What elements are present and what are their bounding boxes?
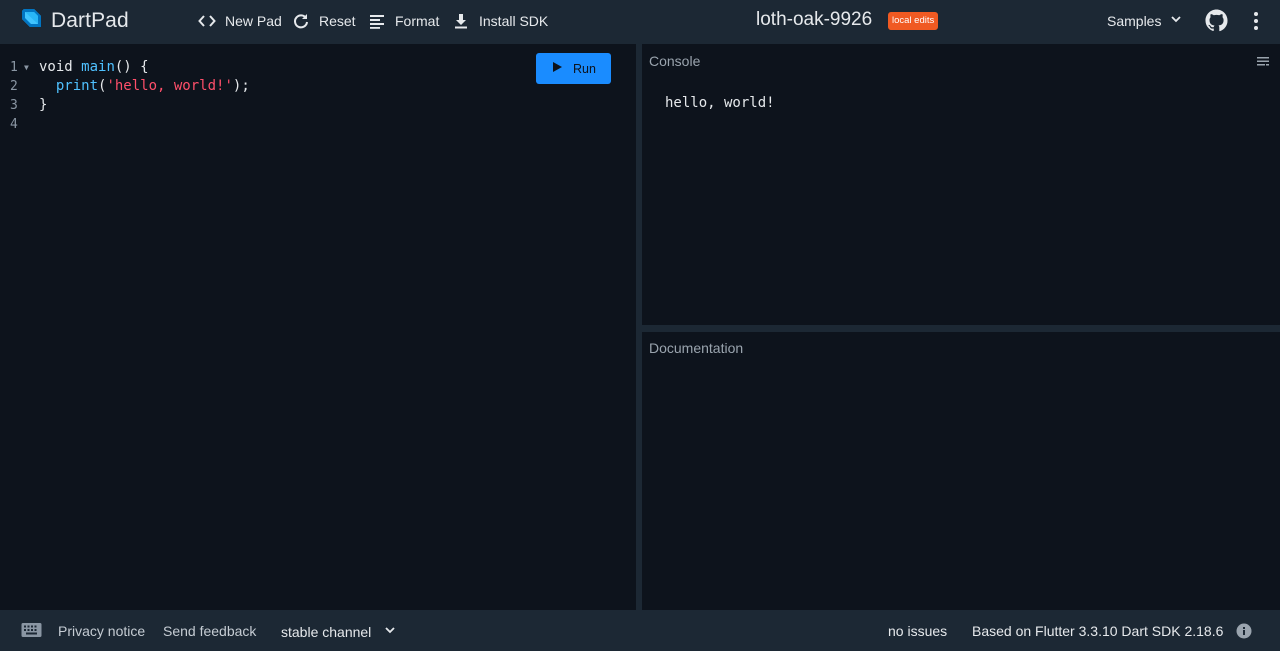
code-line[interactable]: }: [39, 96, 250, 115]
line-number-text: 3: [10, 98, 18, 113]
line-gutter: 1 ▼ 2 3 4: [0, 58, 36, 134]
play-icon: [551, 61, 573, 76]
line-number: 1 ▼: [0, 58, 36, 77]
format-lines-icon: [368, 12, 386, 30]
code-editor[interactable]: 1 ▼ 2 3 4 void main() { print('hello, world!…: [0, 44, 636, 610]
code-line[interactable]: [39, 115, 250, 134]
code-token: 'hello, world!': [106, 78, 233, 94]
horizontal-splitter[interactable]: [642, 325, 1280, 332]
run-label: Run: [573, 61, 596, 76]
line-number: 3: [0, 96, 36, 115]
install-sdk-button[interactable]: Install SDK: [452, 10, 548, 32]
dart-logo-icon: [20, 7, 42, 36]
line-number-text: 1: [10, 60, 18, 75]
info-icon[interactable]: [1236, 623, 1252, 639]
line-number: 2: [0, 77, 36, 96]
privacy-notice-link[interactable]: Privacy notice: [58, 623, 145, 639]
code-token: () {: [114, 59, 149, 75]
app-header: DartPad New Pad Reset Format Install SDK…: [0, 0, 1280, 44]
code-token: );: [232, 78, 250, 94]
code-brackets-icon: [198, 12, 216, 30]
reset-button[interactable]: Reset: [292, 10, 356, 32]
format-label: Format: [395, 13, 440, 29]
chevron-down-icon: [1161, 12, 1183, 29]
code-token: }: [39, 97, 48, 113]
line-number-text: 4: [10, 117, 18, 132]
download-icon: [452, 12, 470, 30]
console-output: hello, world!: [665, 95, 775, 111]
samples-label: Samples: [1107, 12, 1162, 29]
documentation-label: Documentation: [649, 340, 744, 356]
documentation-panel: Documentation: [642, 332, 1280, 610]
new-pad-label: New Pad: [225, 13, 282, 29]
send-feedback-link[interactable]: Send feedback: [163, 623, 256, 639]
code-token: void: [39, 59, 82, 75]
line-number-text: 2: [10, 79, 18, 94]
refresh-icon: [292, 12, 310, 30]
clear-console-icon[interactable]: [1256, 55, 1270, 67]
reset-label: Reset: [319, 13, 356, 29]
local-edits-badge: local edits: [888, 12, 939, 30]
code-area[interactable]: void main() { print('hello, world!');}: [39, 58, 250, 134]
chevron-down-icon: [371, 623, 397, 640]
run-button[interactable]: Run: [536, 53, 611, 84]
samples-dropdown[interactable]: Samples: [1107, 12, 1183, 29]
channel-dropdown[interactable]: stable channel: [281, 623, 397, 640]
console-label: Console: [649, 53, 701, 69]
fold-arrow-icon[interactable]: ▼: [24, 58, 29, 77]
brand-name: DartPad: [51, 9, 129, 32]
new-pad-button[interactable]: New Pad: [198, 10, 282, 32]
code-line[interactable]: print('hello, world!');: [39, 77, 250, 96]
issues-status[interactable]: no issues: [888, 623, 947, 639]
keyboard-icon[interactable]: [21, 622, 42, 638]
more-vert-icon[interactable]: [1248, 11, 1264, 31]
sdk-version: Based on Flutter 3.3.10 Dart SDK 2.18.6: [972, 623, 1224, 639]
channel-label: stable channel: [281, 623, 372, 640]
code-line[interactable]: void main() {: [39, 58, 250, 77]
code-token: print: [55, 78, 99, 94]
console-panel: Console hello, world!: [642, 44, 1280, 325]
status-bar: Privacy notice Send feedback stable chan…: [0, 610, 1280, 651]
pad-title[interactable]: loth-oak-9926: [756, 9, 872, 31]
brand[interactable]: DartPad: [20, 8, 129, 34]
format-button[interactable]: Format: [368, 10, 439, 32]
install-sdk-label: Install SDK: [479, 13, 549, 29]
github-icon[interactable]: [1205, 9, 1228, 32]
code-token: main: [81, 59, 115, 75]
line-number: 4: [0, 115, 36, 134]
